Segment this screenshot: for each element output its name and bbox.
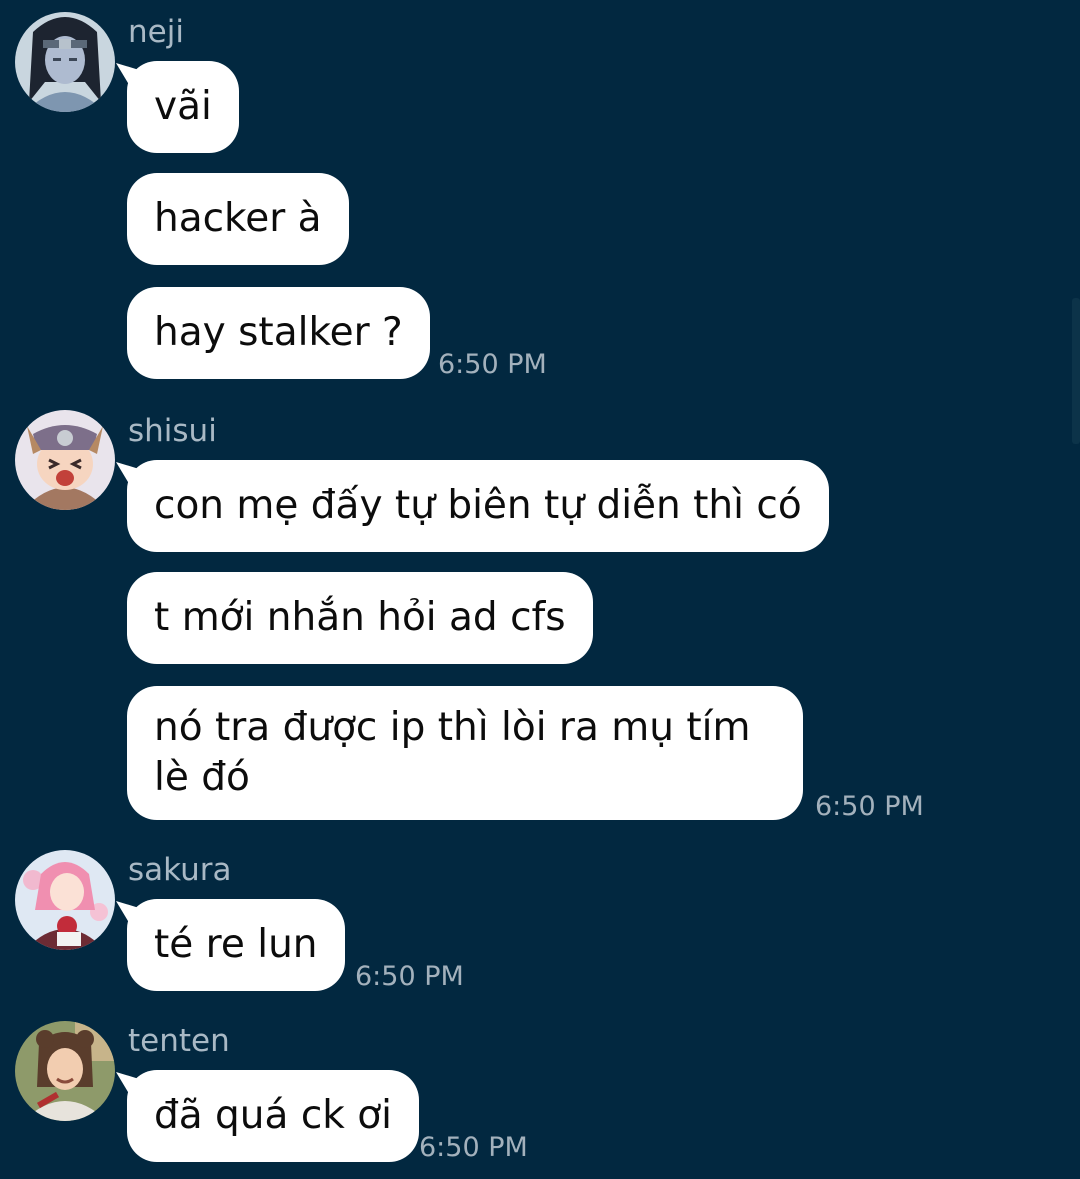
message-bubble[interactable]: hay stalker ? xyxy=(127,287,430,379)
message-bubble[interactable]: vãi xyxy=(127,61,239,153)
message-timestamp: 6:50 PM xyxy=(355,961,464,992)
sender-name: sakura xyxy=(128,852,232,888)
message-bubble[interactable]: t mới nhắn hỏi ad cfs xyxy=(127,572,593,664)
neji-avatar-icon[interactable] xyxy=(15,12,115,112)
message-bubble[interactable]: nó tra được ip thì lòi ra mụ tím lè đó xyxy=(127,686,803,820)
sender-name: neji xyxy=(128,14,184,50)
message-timestamp: 6:50 PM xyxy=(438,349,547,380)
sakura-avatar-icon[interactable] xyxy=(15,850,115,950)
tenten-avatar-icon[interactable] xyxy=(15,1021,115,1121)
message-bubble[interactable]: đã quá ck ơi xyxy=(127,1070,419,1162)
message-timestamp: 6:50 PM xyxy=(815,791,924,822)
sender-name: tenten xyxy=(128,1023,230,1059)
message-timestamp: 6:50 PM xyxy=(419,1132,528,1163)
scrollbar-thumb[interactable] xyxy=(1072,298,1080,444)
shisui-avatar-icon[interactable] xyxy=(15,410,115,510)
sender-name: shisui xyxy=(128,413,217,449)
message-bubble[interactable]: té re lun xyxy=(127,899,345,991)
message-bubble[interactable]: hacker à xyxy=(127,173,349,265)
message-bubble[interactable]: con mẹ đấy tự biên tự diễn thì có xyxy=(127,460,829,552)
